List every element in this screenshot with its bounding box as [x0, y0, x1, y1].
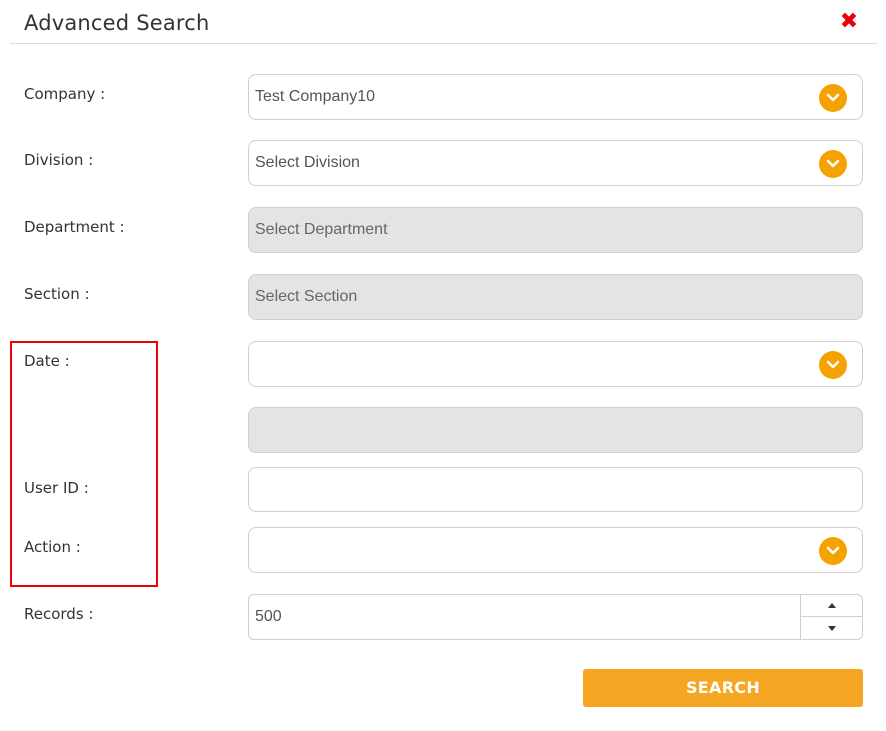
highlight-box [10, 341, 158, 587]
dialog-header: Advanced Search ✖ [10, 0, 877, 44]
action-select[interactable] [248, 527, 863, 573]
section-select-placeholder: Select Section [255, 288, 358, 305]
date-range-field [248, 407, 863, 453]
date-select[interactable] [248, 341, 863, 387]
section-select: Select Section [248, 274, 863, 320]
company-select-value: Test Company10 [255, 88, 376, 105]
chevron-down-icon[interactable] [819, 150, 847, 178]
division-select[interactable]: Select Division [248, 140, 863, 186]
close-icon[interactable]: ✖ [838, 9, 860, 35]
user-id-input[interactable] [248, 467, 863, 512]
division-select-placeholder: Select Division [255, 154, 360, 171]
department-select: Select Department [248, 207, 863, 253]
section-label: Section : [24, 285, 90, 303]
search-button[interactable]: SEARCH [583, 669, 863, 707]
decrement-arrow-icon[interactable] [801, 617, 862, 639]
department-label: Department : [24, 218, 125, 236]
company-label: Company : [24, 85, 106, 103]
records-number-input[interactable]: 500 [248, 594, 863, 640]
chevron-down-icon[interactable] [819, 84, 847, 112]
records-stepper[interactable] [800, 595, 862, 639]
division-label: Division : [24, 151, 94, 169]
records-label: Records : [24, 605, 94, 623]
company-select[interactable]: Test Company10 [248, 74, 863, 120]
chevron-down-icon[interactable] [819, 537, 847, 565]
records-input-value: 500 [255, 608, 282, 625]
department-select-placeholder: Select Department [255, 221, 388, 238]
dialog-title: Advanced Search [24, 11, 210, 35]
increment-arrow-icon[interactable] [801, 595, 862, 617]
chevron-down-icon[interactable] [819, 351, 847, 379]
